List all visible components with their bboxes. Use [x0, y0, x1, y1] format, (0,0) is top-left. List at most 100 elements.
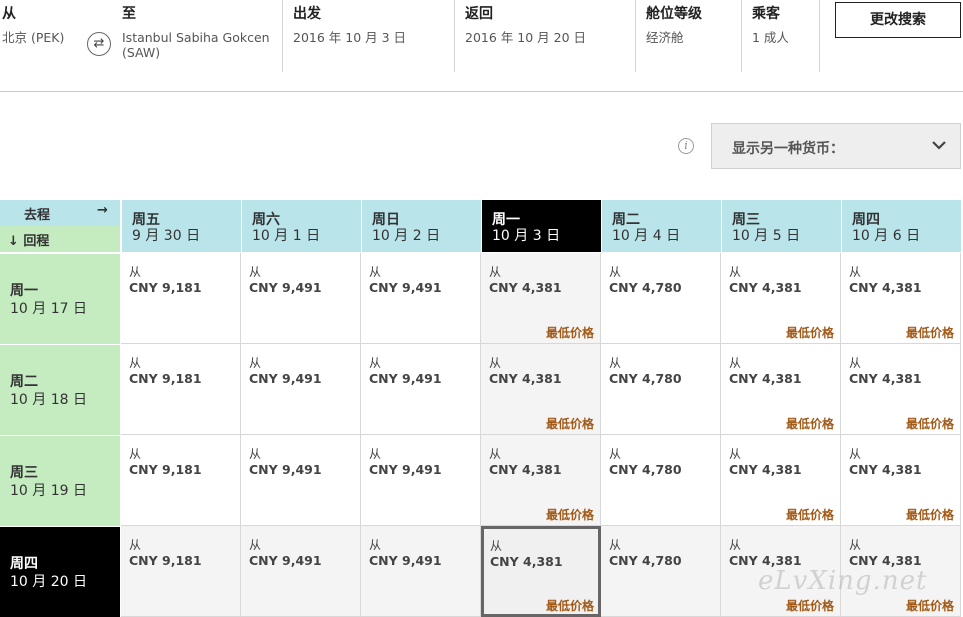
- fare-cell[interactable]: 从 CNY 9,491: [241, 344, 361, 435]
- fare-cell[interactable]: 从 CNY 9,491: [361, 435, 481, 526]
- fare-price: CNY 4,381: [729, 462, 802, 477]
- depart-value: 2016 年 10 月 3 日: [293, 30, 407, 45]
- outbound-date-header[interactable]: 周一 10 月 3 日: [481, 200, 601, 252]
- fare-price: CNY 4,780: [609, 371, 682, 386]
- fare-from-label: 从: [129, 538, 142, 552]
- fare-cell[interactable]: 从 CNY 4,381 最低价格: [481, 526, 601, 617]
- destination-value-code: (SAW): [122, 45, 161, 60]
- fare-price: CNY 9,491: [249, 280, 322, 295]
- fare-cell[interactable]: 从 CNY 4,381 最低价格: [841, 435, 961, 526]
- return-date-field[interactable]: 返回 2016 年 10 月 20 日: [454, 0, 635, 72]
- fare-from-label: 从: [129, 356, 142, 370]
- currency-select[interactable]: 显示另一种货币：: [711, 123, 961, 169]
- fare-cell[interactable]: 从 CNY 9,181: [121, 435, 241, 526]
- outbound-date-header[interactable]: 周六 10 月 1 日: [241, 200, 361, 252]
- fare-cell[interactable]: 从 CNY 9,491: [241, 526, 361, 617]
- return-value: 2016 年 10 月 20 日: [465, 30, 586, 45]
- header-date: 10 月 6 日: [852, 228, 921, 244]
- fare-cell[interactable]: 从 CNY 9,491: [241, 435, 361, 526]
- fare-cell[interactable]: 从 CNY 4,381 最低价格: [721, 435, 841, 526]
- cabin-class-field[interactable]: 舱位等级 经济舱: [635, 0, 741, 72]
- fare-cell[interactable]: 从 CNY 4,381 最低价格: [481, 344, 601, 435]
- depart-label: 出发: [293, 6, 321, 22]
- destination-field[interactable]: 至 Istanbul Sabiha Gokcen (SAW): [120, 0, 282, 72]
- row-date: 10 月 17 日: [10, 301, 87, 317]
- fare-price: CNY 9,491: [249, 371, 322, 386]
- return-date-header[interactable]: 周二 10 月 18 日: [0, 344, 120, 435]
- header-date: 10 月 4 日: [612, 228, 681, 244]
- outbound-date-header[interactable]: 周五 9 月 30 日: [121, 200, 241, 252]
- fare-from-label: 从: [729, 356, 742, 370]
- passengers-field[interactable]: 乘客 1 成人: [741, 0, 819, 72]
- fare-cell[interactable]: 从 CNY 4,381 最低价格: [481, 435, 601, 526]
- fare-cell[interactable]: 从 CNY 9,491: [361, 344, 481, 435]
- fare-price: CNY 9,181: [129, 462, 202, 477]
- fare-cell[interactable]: 从 CNY 4,780: [601, 526, 721, 617]
- divider: [819, 0, 820, 72]
- fare-cell[interactable]: 从 CNY 9,181: [121, 253, 241, 344]
- fare-from-label: 从: [489, 265, 502, 279]
- cabin-label: 舱位等级: [646, 6, 702, 22]
- return-label: ↓ 回程: [8, 234, 50, 249]
- fare-cell[interactable]: 从 CNY 4,780: [601, 344, 721, 435]
- fare-price: CNY 9,491: [249, 553, 322, 568]
- outbound-date-header[interactable]: 周四 10 月 6 日: [841, 200, 961, 252]
- fare-cell[interactable]: 从 CNY 4,381 最低价格: [841, 253, 961, 344]
- passengers-value: 1 成人: [752, 30, 789, 45]
- fare-cell[interactable]: 从 CNY 4,780: [601, 253, 721, 344]
- outbound-date-header[interactable]: 周三 10 月 5 日: [721, 200, 841, 252]
- fare-price: CNY 9,491: [249, 462, 322, 477]
- header-date: 10 月 2 日: [372, 228, 441, 244]
- outbound-date-header[interactable]: 周日 10 月 2 日: [361, 200, 481, 252]
- fare-from-label: 从: [849, 356, 862, 370]
- fare-cell[interactable]: 从 CNY 9,491: [361, 526, 481, 617]
- fare-cell[interactable]: 从 CNY 9,491: [361, 253, 481, 344]
- lowest-price-badge: 最低价格: [545, 508, 594, 522]
- origin-label: 从: [2, 6, 16, 22]
- fare-cell[interactable]: 从 CNY 9,181: [121, 526, 241, 617]
- return-date-header[interactable]: 周四 10 月 20 日: [0, 526, 120, 617]
- fare-cell[interactable]: 从 CNY 4,780: [601, 435, 721, 526]
- return-axis-label: ↓ 回程: [0, 226, 120, 252]
- lowest-price-badge: 最低价格: [905, 326, 954, 340]
- fare-from-label: 从: [249, 265, 262, 279]
- row-weekday: 周四: [10, 556, 38, 572]
- fare-price: CNY 9,181: [129, 553, 202, 568]
- fare-from-label: 从: [609, 538, 622, 552]
- fare-from-label: 从: [729, 447, 742, 461]
- fare-price: CNY 9,491: [369, 462, 442, 477]
- lowest-price-badge: 最低价格: [785, 417, 834, 431]
- fare-cell[interactable]: 从 CNY 9,181: [121, 344, 241, 435]
- fare-cell[interactable]: 从 CNY 4,381 最低价格: [481, 253, 601, 344]
- header-date: 10 月 5 日: [732, 228, 801, 244]
- fare-cell[interactable]: 从 CNY 4,381 最低价格: [721, 344, 841, 435]
- fare-from-label: 从: [609, 356, 622, 370]
- row-weekday: 周二: [10, 374, 38, 390]
- grid-corner: 去程 → ↓ 回程: [0, 200, 120, 252]
- fare-from-label: 从: [129, 265, 142, 279]
- modify-search-button[interactable]: 更改搜索: [835, 2, 961, 38]
- outbound-date-header[interactable]: 周二 10 月 4 日: [601, 200, 721, 252]
- fare-price: CNY 9,491: [369, 553, 442, 568]
- fare-cell[interactable]: 从 CNY 4,381 最低价格: [721, 253, 841, 344]
- fare-cell[interactable]: 从 CNY 9,491: [241, 253, 361, 344]
- header-date: 9 月 30 日: [132, 228, 201, 244]
- origin-field[interactable]: 从 北京 (PEK): [0, 0, 82, 72]
- return-date-header[interactable]: 周一 10 月 17 日: [0, 253, 120, 344]
- lowest-price-badge: 最低价格: [785, 326, 834, 340]
- origin-value: 北京 (PEK): [2, 30, 65, 45]
- fare-cell[interactable]: 从 CNY 4,381 最低价格: [841, 344, 961, 435]
- depart-date-field[interactable]: 出发 2016 年 10 月 3 日: [282, 0, 454, 72]
- lowest-price-badge: 最低价格: [545, 417, 594, 431]
- header-date: 10 月 1 日: [252, 228, 321, 244]
- swap-route-icon[interactable]: ⇄: [87, 32, 111, 56]
- fare-price: CNY 4,381: [849, 462, 922, 477]
- fare-price: CNY 9,181: [129, 371, 202, 386]
- watermark: eLvXing.net: [758, 566, 928, 596]
- fare-from-label: 从: [849, 538, 862, 552]
- info-icon[interactable]: i: [678, 138, 694, 154]
- outbound-axis-label: 去程 →: [0, 200, 120, 226]
- fare-from-label: 从: [490, 539, 503, 553]
- fare-price: CNY 9,181: [129, 280, 202, 295]
- return-date-header[interactable]: 周三 10 月 19 日: [0, 435, 120, 526]
